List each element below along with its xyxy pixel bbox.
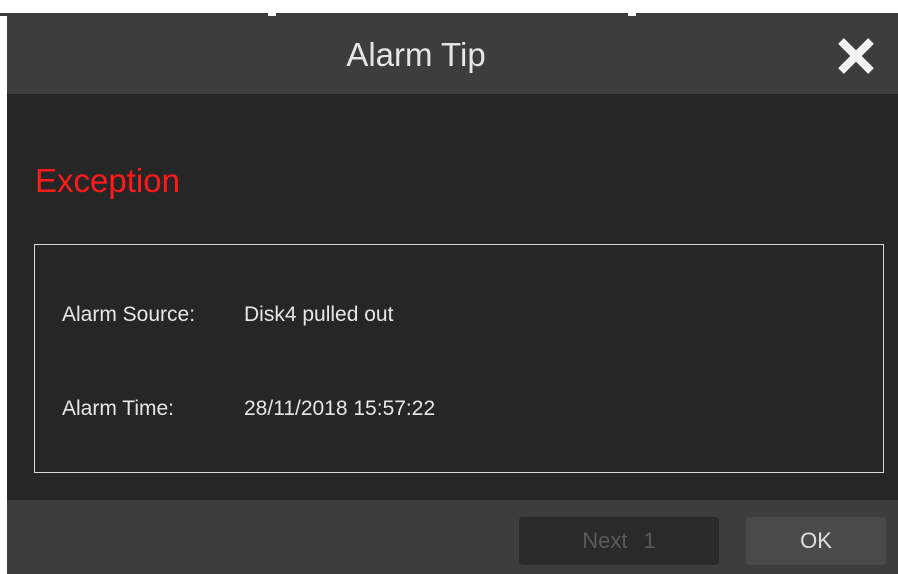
- next-button[interactable]: Next 1: [519, 517, 719, 565]
- close-button[interactable]: [830, 30, 882, 82]
- ok-button[interactable]: OK: [746, 517, 886, 565]
- alarm-tip-dialog: Alarm Tip Exception Alarm Source: Disk4 …: [7, 16, 898, 574]
- alarm-info-box: Alarm Source: Disk4 pulled out Alarm Tim…: [34, 244, 884, 473]
- close-icon: [838, 38, 874, 74]
- background-window-strip: [0, 0, 898, 16]
- dialog-title-bar: Alarm Tip: [7, 16, 898, 94]
- alarm-time-value: 28/11/2018 15:57:22: [244, 397, 436, 420]
- dialog-footer: Next 1 OK: [7, 500, 898, 574]
- dialog-title: Alarm Tip: [346, 36, 486, 73]
- alarm-time-label: Alarm Time:: [62, 397, 175, 420]
- exception-heading: Exception: [35, 162, 180, 199]
- alarm-source-value: Disk4 pulled out: [244, 303, 394, 326]
- alarm-source-label: Alarm Source:: [62, 303, 196, 326]
